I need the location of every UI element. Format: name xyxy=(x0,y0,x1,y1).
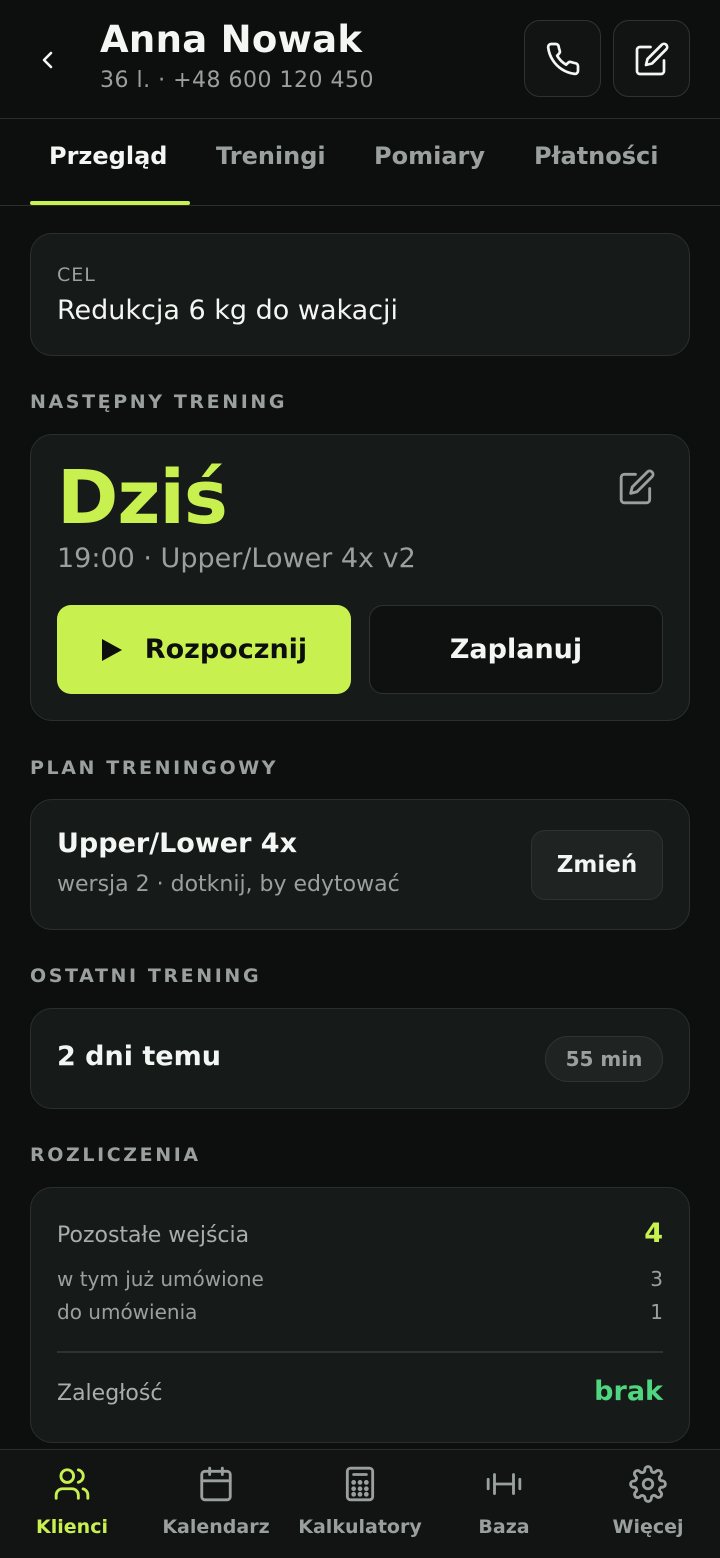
nav-database[interactable]: Baza xyxy=(432,1450,576,1558)
phone-icon xyxy=(546,42,579,75)
plan-subtitle: wersja 2 · dotknij, by edytować xyxy=(57,872,400,897)
nav-database-label: Baza xyxy=(478,1516,530,1538)
last-training-when: 2 dni temu xyxy=(57,1041,221,1072)
call-button[interactable] xyxy=(524,20,601,97)
nav-calendar-label: Kalendarz xyxy=(162,1516,270,1538)
tab-payments[interactable]: Płatności xyxy=(534,142,658,170)
to-book-value: 1 xyxy=(650,1300,663,1324)
nav-more-label: Więcej xyxy=(612,1516,684,1538)
remaining-entries-value: 4 xyxy=(644,1218,663,1249)
nav-clients-label: Klienci xyxy=(36,1516,108,1538)
next-training-day: Dziś xyxy=(57,455,228,541)
edit-training-button[interactable] xyxy=(615,465,659,509)
next-training-section-label: NASTĘPNY TRENING xyxy=(30,391,288,413)
arrears-value: brak xyxy=(594,1376,663,1407)
nav-clients[interactable]: Klienci xyxy=(0,1450,144,1558)
goal-text: Redukcja 6 kg do wakacji xyxy=(57,295,399,326)
client-name: Anna Nowak xyxy=(100,18,363,61)
chevron-left-icon xyxy=(42,51,53,69)
tab-bar: Przegląd Treningi Pomiary Płatności xyxy=(0,120,720,206)
change-plan-button[interactable]: Zmień xyxy=(531,830,663,900)
client-subtitle: 36 l. · +48 600 120 450 xyxy=(100,68,374,93)
next-training-details: 19:00 · Upper/Lower 4x v2 xyxy=(57,543,416,574)
dumbbell-icon xyxy=(486,1473,522,1495)
remaining-entries-row: Pozostałe wejścia 4 xyxy=(57,1218,663,1249)
plan-name: Upper/Lower 4x xyxy=(57,828,297,859)
goal-label: CEL xyxy=(57,264,96,286)
edit-client-button[interactable] xyxy=(613,20,690,97)
bottom-navigation: Klienci Kalendarz Kalkulatory Baza Więce… xyxy=(0,1449,720,1558)
app-header: Anna Nowak 36 l. · +48 600 120 450 xyxy=(0,0,720,119)
training-plan-card[interactable]: Upper/Lower 4x wersja 2 · dotknij, by ed… xyxy=(30,799,690,930)
nav-more[interactable]: Więcej xyxy=(576,1450,720,1558)
active-tab-indicator xyxy=(30,201,190,205)
billing-divider xyxy=(57,1351,663,1353)
billing-card: Pozostałe wejścia 4 w tym już umówione 3… xyxy=(30,1187,690,1443)
edit-icon xyxy=(619,469,655,505)
back-button[interactable] xyxy=(26,38,70,82)
last-training-section-label: OSTATNI TRENING xyxy=(30,965,262,987)
start-training-label: Rozpocznij xyxy=(144,634,308,665)
nav-calculators-label: Kalkulatory xyxy=(298,1516,422,1538)
tab-overview[interactable]: Przegląd xyxy=(49,142,167,170)
tab-trainings[interactable]: Treningi xyxy=(216,142,326,170)
goal-card: CEL Redukcja 6 kg do wakacji xyxy=(30,233,690,356)
gear-icon xyxy=(629,1465,667,1503)
schedule-training-label: Zaplanuj xyxy=(449,634,583,665)
tab-measurements[interactable]: Pomiary xyxy=(374,142,485,170)
nav-calendar[interactable]: Kalendarz xyxy=(144,1450,288,1558)
nav-calculators[interactable]: Kalkulatory xyxy=(288,1450,432,1558)
to-book-label: do umówienia xyxy=(57,1300,198,1324)
edit-icon xyxy=(635,41,669,75)
schedule-training-button[interactable]: Zaplanuj xyxy=(369,605,663,694)
booked-row: w tym już umówione 3 xyxy=(57,1267,663,1291)
remaining-entries-label: Pozostałe wejścia xyxy=(57,1223,250,1248)
start-training-button[interactable]: Rozpocznij xyxy=(57,605,351,694)
last-training-card[interactable]: 2 dni temu 55 min xyxy=(30,1008,690,1109)
calendar-icon xyxy=(200,1466,232,1502)
booked-label: w tym już umówione xyxy=(57,1267,264,1291)
calculator-icon xyxy=(345,1466,375,1502)
change-plan-label: Zmień xyxy=(556,852,638,878)
duration-badge: 55 min xyxy=(545,1036,663,1082)
plan-section-label: PLAN TRENINGOWY xyxy=(30,757,279,779)
billing-section-label: ROZLICZENIA xyxy=(30,1144,201,1166)
arrears-row: Zaległość brak xyxy=(57,1376,663,1407)
play-icon xyxy=(101,638,122,661)
to-book-row: do umówienia 1 xyxy=(57,1300,663,1324)
next-training-card: Dziś 19:00 · Upper/Lower 4x v2 Rozpoczni… xyxy=(30,434,690,721)
users-icon xyxy=(54,1468,90,1500)
arrears-label: Zaległość xyxy=(57,1381,163,1406)
booked-value: 3 xyxy=(650,1267,663,1291)
